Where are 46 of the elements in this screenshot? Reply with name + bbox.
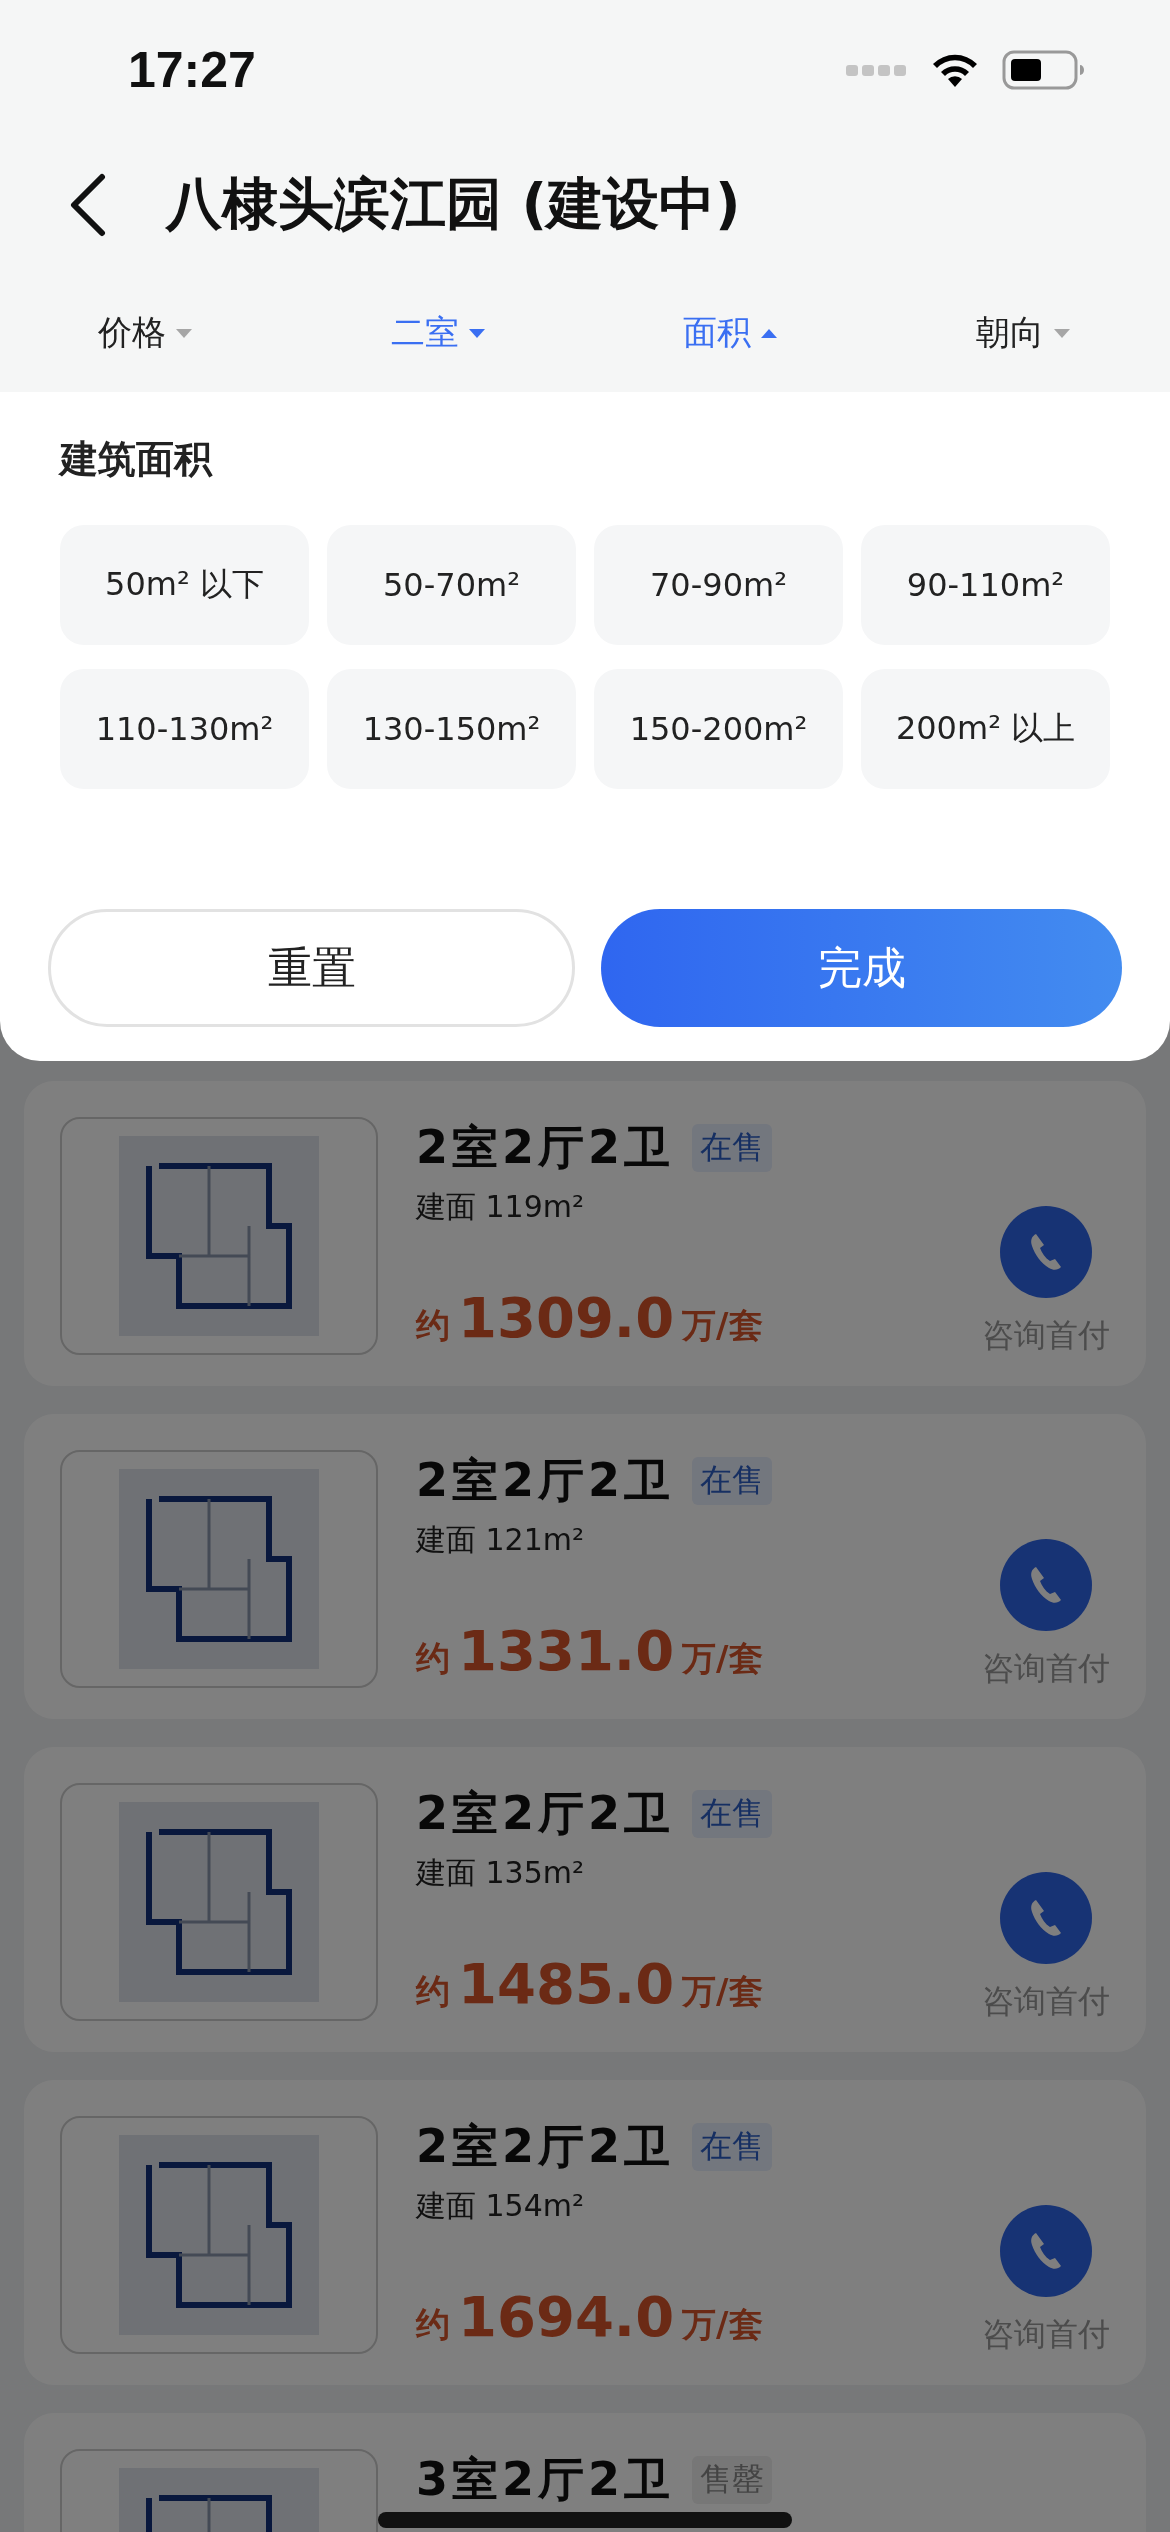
price-text: 约 1694.0 万/套 bbox=[416, 2284, 764, 2349]
filter-tab[interactable]: 二室 bbox=[390, 280, 487, 356]
caret-down-icon bbox=[174, 327, 195, 339]
area-option[interactable]: 110-130m² bbox=[60, 669, 309, 789]
section-title: 建筑面积 bbox=[60, 436, 214, 483]
signal-icon bbox=[846, 62, 908, 78]
price-text: 约 1485.0 万/套 bbox=[416, 1951, 764, 2016]
status-tag: 在售 bbox=[692, 1790, 773, 1838]
battery-icon bbox=[1002, 50, 1084, 90]
page-title: 八棣头滨江园 (建设中) bbox=[166, 170, 741, 238]
caret-down-icon bbox=[1051, 327, 1072, 339]
layout-title: 2室2厅2卫 bbox=[416, 1119, 675, 1176]
layout-title: 2室2厅2卫 bbox=[416, 1785, 675, 1842]
status-tag: 在售 bbox=[692, 1124, 773, 1172]
back-button[interactable] bbox=[68, 173, 108, 237]
phone-icon bbox=[1000, 1206, 1092, 1298]
filter-tab[interactable]: 朝向 bbox=[975, 280, 1072, 356]
price-text: 约 1309.0 万/套 bbox=[416, 1285, 764, 1350]
area-option[interactable]: 50-70m² bbox=[327, 525, 576, 645]
area-text: 建面 135m² bbox=[416, 1854, 586, 1892]
phone-icon bbox=[1000, 2205, 1092, 2297]
area-option[interactable]: 50m² 以下 bbox=[60, 525, 309, 645]
area-text: 建面 119m² bbox=[416, 1188, 586, 1226]
area-text: 建面 154m² bbox=[416, 2187, 586, 2225]
done-button[interactable]: 完成 bbox=[601, 909, 1122, 1027]
area-option[interactable]: 200m² 以上 bbox=[861, 669, 1110, 789]
phone-icon bbox=[1000, 1539, 1092, 1631]
phone-icon bbox=[1000, 1872, 1092, 1964]
layout-title: 2室2厅2卫 bbox=[416, 1452, 675, 1509]
back-chevron-icon bbox=[68, 173, 108, 237]
area-option[interactable]: 70-90m² bbox=[594, 525, 843, 645]
filter-tab[interactable]: 价格 bbox=[98, 280, 195, 356]
caret-down-icon bbox=[466, 327, 487, 339]
filter-tab[interactable]: 面积 bbox=[683, 280, 780, 356]
status-time: 17:27 bbox=[128, 41, 256, 99]
area-option[interactable]: 130-150m² bbox=[327, 669, 576, 789]
status-tag: 在售 bbox=[692, 2123, 773, 2171]
area-option[interactable]: 150-200m² bbox=[594, 669, 843, 789]
reset-button[interactable]: 重置 bbox=[48, 909, 575, 1027]
area-option[interactable]: 90-110m² bbox=[861, 525, 1110, 645]
status-tag: 在售 bbox=[692, 1457, 773, 1505]
price-text: 约 1331.0 万/套 bbox=[416, 1618, 764, 1683]
caret-up-icon bbox=[759, 327, 780, 339]
layout-title: 3室2厅2卫 bbox=[416, 2451, 675, 2508]
layout-title: 2室2厅2卫 bbox=[416, 2118, 675, 2175]
area-text: 建面 121m² bbox=[416, 1521, 586, 1559]
